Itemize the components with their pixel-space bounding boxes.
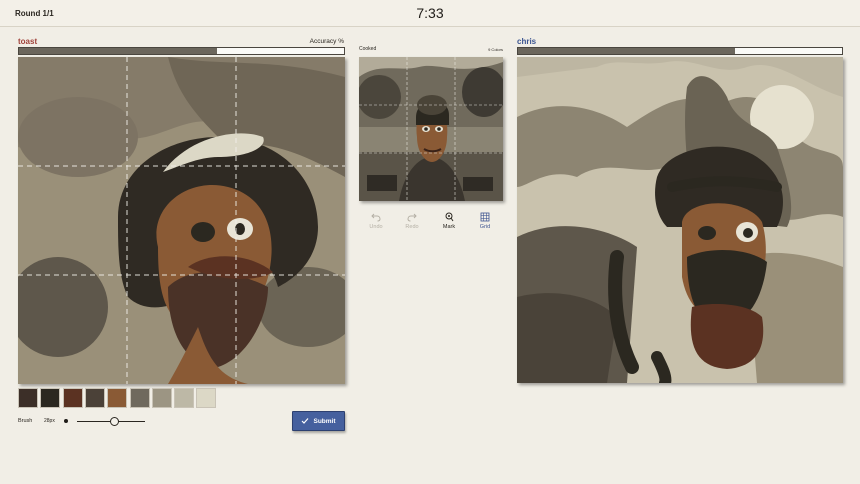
brush-preview-dot bbox=[64, 419, 68, 423]
top-bar: Round 1/1 7:33 bbox=[0, 0, 860, 27]
palette-swatch[interactable] bbox=[84, 388, 105, 408]
grid-icon bbox=[471, 212, 499, 222]
submit-label: Submit bbox=[313, 417, 336, 425]
palette-swatch[interactable] bbox=[174, 388, 195, 408]
undo-icon bbox=[362, 212, 390, 222]
countdown-timer: 7:33 bbox=[416, 5, 444, 21]
accuracy-bar-right bbox=[517, 47, 843, 55]
canvas-painting-right bbox=[517, 57, 843, 383]
reference-color-count: 9 Colors bbox=[488, 47, 503, 52]
reference-image bbox=[359, 57, 503, 201]
palette-swatch[interactable] bbox=[151, 388, 172, 408]
palette-swatch[interactable] bbox=[40, 388, 61, 408]
player-name-right: chris bbox=[517, 37, 537, 46]
accuracy-bar-fill-left bbox=[19, 48, 218, 54]
undo-button[interactable]: Undo bbox=[362, 212, 390, 230]
accuracy-bar-left bbox=[18, 47, 345, 55]
brush-label: Brush bbox=[18, 418, 33, 424]
canvas-painting-left bbox=[18, 57, 345, 384]
palette-swatch[interactable] bbox=[107, 388, 128, 408]
drawing-canvas-left[interactable] bbox=[18, 57, 345, 384]
grid-label: Grid bbox=[479, 224, 491, 230]
redo-button[interactable]: Redo bbox=[398, 212, 426, 230]
reference-title: Cooked bbox=[359, 46, 377, 52]
palette-swatch[interactable] bbox=[129, 388, 150, 408]
submit-button[interactable]: Submit bbox=[292, 411, 345, 431]
accuracy-label: Accuracy % bbox=[309, 38, 344, 45]
opponent-canvas-right bbox=[517, 57, 843, 383]
palette-swatch[interactable] bbox=[196, 388, 217, 408]
undo-label: Undo bbox=[369, 224, 383, 230]
palette-swatch[interactable] bbox=[18, 388, 38, 408]
reference-photo bbox=[359, 57, 503, 201]
redo-icon bbox=[398, 212, 426, 222]
brush-size-slider-thumb[interactable] bbox=[109, 417, 119, 426]
palette-swatch[interactable] bbox=[62, 388, 83, 408]
redo-label: Redo bbox=[405, 224, 419, 230]
grid-button[interactable]: Grid bbox=[471, 212, 499, 230]
brush-size-value: 28px bbox=[44, 418, 55, 424]
mark-icon bbox=[435, 212, 463, 222]
mark-label: Mark bbox=[442, 224, 456, 230]
mark-button[interactable]: Mark bbox=[435, 212, 463, 230]
checkmark-icon bbox=[302, 418, 309, 424]
player-name-left: toast bbox=[18, 37, 38, 46]
accuracy-bar-fill-right bbox=[518, 48, 736, 54]
